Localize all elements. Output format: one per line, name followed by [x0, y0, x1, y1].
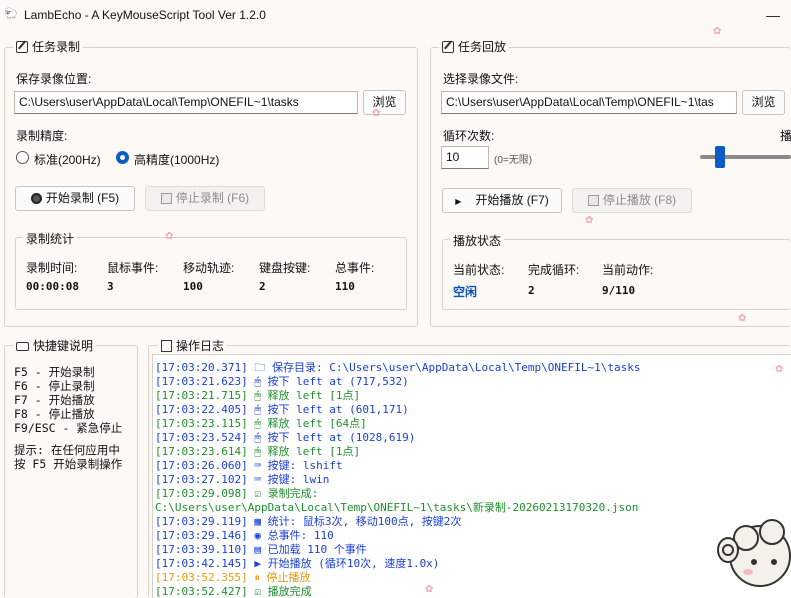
log-text-area[interactable]: [17:03:20.371] 🗀 保存目录: C:\Users\user\App… [152, 354, 791, 598]
log-line: [17:03:23.115] 🖱 释放 left [64点] [155, 417, 367, 430]
log-line: [17:03:52.355] ⏸ 停止播放 [155, 571, 311, 584]
loop-count-input[interactable]: 10 [441, 146, 489, 169]
record-group-title: 任务录制 [13, 38, 84, 55]
edit-icon [16, 41, 28, 53]
hotkey-line: F7 - 开始播放 [14, 393, 95, 407]
record-stats-title: 录制统计 [23, 230, 78, 247]
file-label: 选择录像文件: [443, 72, 519, 86]
blossom-icon: ✿ [585, 215, 594, 226]
hotkey-line: F8 - 停止播放 [14, 407, 95, 421]
speed-slider-track[interactable] [700, 155, 791, 159]
status-label-loops: 完成循环: [528, 263, 580, 277]
hotkey-line: F9/ESC - 紧急停止 [14, 421, 123, 435]
window-title: LambEcho - A KeyMouseScript Tool Ver 1.2… [24, 8, 266, 22]
log-line: [17:03:29.146] ◉ 总事件: 110 [155, 529, 334, 542]
save-location-label: 保存录像位置: [16, 72, 92, 86]
log-line: [17:03:39.110] ▤ 已加载 110 个事件 [155, 543, 367, 556]
log-line: [17:03:52.427] ☑ 播放完成 [155, 585, 312, 598]
minimize-button[interactable]: — [750, 0, 791, 30]
precision-label: 录制精度: [16, 129, 68, 143]
save-path-input[interactable]: C:\Users\user\AppData\Local\Temp\ONEFIL~… [14, 91, 358, 114]
stat-value-move: 100 [183, 280, 203, 293]
blossom-icon: ✿ [425, 584, 434, 595]
hotkey-spacer [14, 435, 122, 443]
record-icon [30, 193, 42, 204]
hotkeys-title: 快捷键说明 [13, 337, 97, 354]
blossom-icon: ✿ [713, 26, 722, 37]
precision-high-label[interactable]: 高精度(1000Hz) [134, 151, 219, 168]
title-bar: 🐑 LambEcho - A KeyMouseScript Tool Ver 1… [0, 0, 791, 30]
stat-label-total: 总事件: [335, 261, 375, 275]
log-line: [17:03:21.715] 🖱 释放 left [1点] [155, 389, 361, 402]
log-line: [17:03:20.371] 🗀 保存目录: C:\Users\user\App… [155, 361, 641, 374]
log-line: [17:03:21.623] 🖱 按下 left at (717,532) [155, 375, 409, 388]
file-path-input[interactable]: C:\Users\user\AppData\Local\Temp\ONEFIL~… [441, 91, 737, 114]
stat-label-mouse: 鼠标事件: [107, 261, 159, 275]
blossom-icon: ✿ [738, 313, 747, 324]
playback-browse-button[interactable]: 浏览 [742, 90, 785, 115]
stat-value-keys: 2 [259, 280, 266, 293]
stop-record-button[interactable]: 停止录制 (F6) [145, 186, 265, 211]
record-browse-button[interactable]: 浏览 [363, 90, 406, 115]
precision-high-radio[interactable] [116, 151, 129, 164]
log-line: [17:03:29.098] ☑ 录制完成: [155, 487, 319, 500]
hotkey-tip-line: 提示: 在任何应用中 [14, 443, 120, 457]
lamb-mascot-icon [717, 519, 791, 587]
keyboard-icon [16, 342, 29, 351]
speed-label: 播 [780, 129, 791, 143]
stop-playback-button[interactable]: 停止播放 (F8) [572, 188, 692, 213]
precision-standard-label[interactable]: 标准(200Hz) [34, 151, 101, 168]
blossom-icon: ✿ [165, 231, 174, 242]
stop-icon [587, 195, 599, 206]
hotkey-tip-line: 按 F5 开始录制操作 [14, 457, 123, 471]
log-line: [17:03:27.102] ⌨ 按键: lwin [155, 473, 330, 486]
start-record-button[interactable]: 开始录制 (F5) [15, 186, 135, 211]
log-line: [17:03:22.405] 🖱 按下 left at (601,171) [155, 403, 409, 416]
stop-icon [160, 193, 172, 204]
status-label-action: 当前动作: [602, 263, 654, 277]
stat-value-mouse: 3 [107, 280, 114, 293]
playback-group-title: 任务回放 [439, 38, 510, 55]
log-title: 操作日志 [158, 337, 228, 354]
play-icon: ▶ [455, 197, 462, 206]
stat-value-time: 00:00:08 [26, 280, 79, 293]
stat-label-move: 移动轨迹: [183, 261, 235, 275]
status-label-state: 当前状态: [453, 263, 505, 277]
status-value-loops: 2 [528, 284, 535, 297]
start-playback-button[interactable]: ▶ 开始播放 (F7) [442, 188, 562, 213]
status-value-action: 9/110 [602, 284, 636, 297]
lamb-icon: 🐑 [4, 8, 18, 20]
log-line: [17:03:26.060] ⌨ 按键: lshift [155, 459, 343, 472]
loop-hint: (0=无限) [494, 155, 533, 166]
hotkey-line: F6 - 停止录制 [14, 379, 95, 393]
blossom-icon: ✿ [372, 108, 381, 119]
log-line: [17:03:23.524] 🖱 按下 left at (1028,619) [155, 431, 416, 444]
log-line: [17:03:42.145] ▶ 开始播放 (循环10次, 速度1.0x) [155, 557, 440, 570]
log-line: C:\Users\user\AppData\Local\Temp\ONEFIL~… [155, 501, 639, 514]
stat-label-time: 录制时间: [26, 261, 78, 275]
playback-status-title: 播放状态 [450, 232, 505, 249]
speed-slider-thumb[interactable] [715, 146, 725, 168]
log-lines: [17:03:20.371] 🗀 保存目录: C:\Users\user\App… [155, 361, 640, 598]
blossom-icon: ✿ [775, 364, 784, 375]
log-line: [17:03:23.614] 🖱 释放 left [1点] [155, 445, 361, 458]
stat-value-total: 110 [335, 280, 355, 293]
stat-label-keys: 键盘按键: [259, 261, 311, 275]
document-icon [161, 340, 172, 352]
hotkey-line: F5 - 开始录制 [14, 365, 95, 379]
edit-icon [442, 41, 454, 53]
precision-standard-radio[interactable] [16, 151, 29, 164]
loop-label: 循环次数: [443, 129, 495, 143]
status-value-state: 空闲 [453, 285, 478, 299]
hotkeys-list: F5 - 开始录制 F6 - 停止录制 F7 - 开始播放 F8 - 停止播放 … [14, 365, 122, 471]
log-line: [17:03:29.119] ▦ 统计: 鼠标3次, 移动100点, 按键2次 [155, 515, 462, 528]
